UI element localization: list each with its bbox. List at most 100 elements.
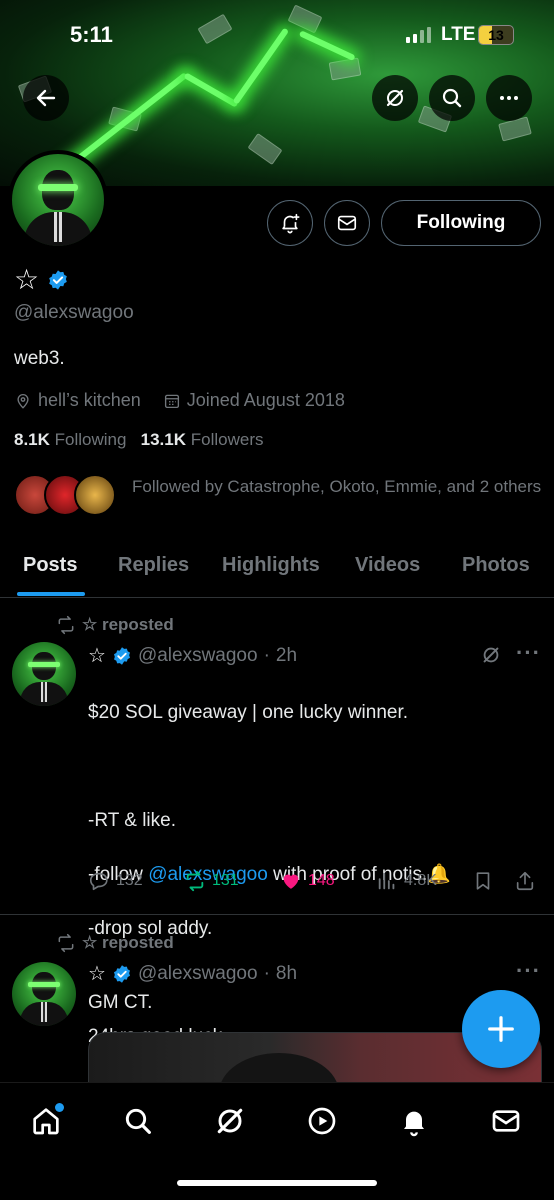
views-icon [378, 872, 395, 890]
follow-counts: 8.1K Following 13.1K Followers [14, 430, 264, 450]
nav-search[interactable] [118, 1101, 158, 1141]
nav-notifications[interactable] [394, 1101, 434, 1141]
plus-icon [488, 1016, 514, 1042]
nav-grok[interactable] [210, 1101, 250, 1141]
post-author-handle[interactable]: @alexswagoo [138, 963, 258, 985]
grok-button[interactable] [372, 75, 418, 121]
repost-label: ☆ reposted [82, 933, 174, 952]
grok-icon [386, 89, 404, 107]
grok-icon[interactable] [480, 644, 502, 666]
envelope-icon [492, 1110, 520, 1132]
notifications-toggle-button[interactable] [267, 200, 313, 246]
grok-icon [217, 1108, 243, 1134]
post-text-line: $20 SOL giveaway | one lucky winner. [88, 702, 409, 723]
post-separator: · [263, 962, 270, 984]
search-button[interactable] [429, 75, 475, 121]
profile-avatar[interactable] [8, 150, 108, 250]
repost-icon [58, 615, 74, 635]
message-button[interactable] [324, 200, 370, 246]
bookmark-icon [476, 872, 490, 890]
nav-home[interactable] [26, 1101, 66, 1141]
post-header: ☆ @alexswagoo · 2h [88, 643, 297, 668]
post-time: 8h [275, 962, 298, 984]
post-author-handle[interactable]: @alexswagoo [138, 645, 258, 667]
repost-label: ☆ reposted [82, 615, 174, 634]
status-time: 5:11 [70, 22, 113, 47]
tab-photos[interactable]: Photos [462, 554, 530, 577]
arrow-left-icon [36, 89, 56, 107]
verified-badge-icon [113, 964, 130, 983]
post-author-name[interactable]: ☆ [88, 643, 106, 668]
followers-label: Followers [190, 430, 264, 449]
repost-indicator: ☆ reposted [56, 933, 174, 953]
display-name: ☆ [14, 264, 40, 295]
bookmark-button[interactable] [472, 870, 494, 892]
tab-replies[interactable]: Replies [118, 554, 189, 577]
post-divider [0, 914, 554, 915]
followed-by-text[interactable]: Followed by Catastrophe, Okoto, Emmie, a… [132, 474, 542, 499]
profile-joined: Joined August 2018 [186, 390, 345, 410]
post-author-avatar[interactable] [12, 962, 76, 1026]
following-count-link[interactable]: 8.1K Following [14, 430, 126, 449]
followers-count: 13.1K [140, 430, 187, 449]
post-author-avatar[interactable] [12, 642, 76, 706]
more-icon [500, 96, 518, 100]
unread-dot [55, 1103, 64, 1112]
signal-icon [406, 27, 431, 43]
bell-plus-icon [282, 213, 300, 234]
network-label: LTE [441, 24, 476, 45]
active-tab-indicator [17, 592, 85, 596]
repost-button[interactable]: 131 [184, 870, 239, 892]
following-count: 8.1K [14, 430, 50, 449]
profile-bio: web3. [14, 348, 65, 369]
tab-posts[interactable]: Posts [23, 554, 77, 577]
followed-by-avatars[interactable] [14, 474, 116, 516]
post-more-button[interactable]: ··· [516, 640, 541, 666]
repost-count: 131 [212, 872, 239, 889]
more-button[interactable] [486, 75, 532, 121]
avatar [74, 474, 116, 516]
battery-icon: 13 [478, 25, 514, 45]
bell-icon [404, 1111, 424, 1137]
followers-count-link[interactable]: 13.1K Followers [141, 430, 264, 449]
tab-highlights[interactable]: Highlights [222, 554, 320, 577]
location-icon [17, 393, 29, 409]
battery-level: 13 [488, 27, 504, 43]
post-actions: 132 131 148 4.8K [88, 870, 548, 900]
home-indicator[interactable] [177, 1180, 377, 1186]
like-button[interactable]: 148 [280, 870, 335, 892]
search-icon [442, 88, 462, 108]
envelope-icon [337, 215, 357, 231]
profile-tabs: Posts Replies Highlights Videos Photos [0, 540, 554, 598]
banner-decoration [247, 133, 283, 165]
banner-chart-line [183, 72, 239, 108]
profile-handle: @alexswagoo [14, 302, 134, 323]
post-separator: · [263, 644, 270, 666]
reply-icon [89, 872, 108, 891]
back-button[interactable] [23, 75, 69, 121]
post-text-line: -RT & like. [88, 810, 176, 831]
view-count: 4.8K [404, 872, 437, 889]
calendar-icon [164, 394, 179, 408]
verified-badge-icon [113, 646, 130, 665]
reply-button[interactable]: 132 [88, 870, 143, 892]
views-button[interactable]: 4.8K [376, 870, 437, 892]
tab-videos[interactable]: Videos [355, 554, 420, 577]
status-bar: 5:11 LTE 13 [0, 0, 554, 70]
repost-indicator: ☆ reposted [56, 615, 174, 635]
following-label: Following [54, 430, 127, 449]
compose-button[interactable] [462, 990, 540, 1068]
like-count: 148 [308, 872, 335, 889]
post-time: 2h [275, 644, 298, 666]
profile-meta: hell’s kitchen Joined August 2018 [14, 390, 345, 411]
following-button[interactable]: Following [381, 200, 541, 246]
post-author-name[interactable]: ☆ [88, 961, 106, 986]
post-more-button[interactable]: ··· [516, 958, 541, 984]
search-icon [125, 1108, 151, 1134]
play-circle-icon [308, 1107, 336, 1135]
nav-video[interactable] [302, 1101, 342, 1141]
share-button[interactable] [514, 870, 536, 892]
reply-count: 132 [116, 872, 143, 889]
nav-messages[interactable] [486, 1101, 526, 1141]
verified-badge-icon[interactable] [47, 269, 69, 291]
